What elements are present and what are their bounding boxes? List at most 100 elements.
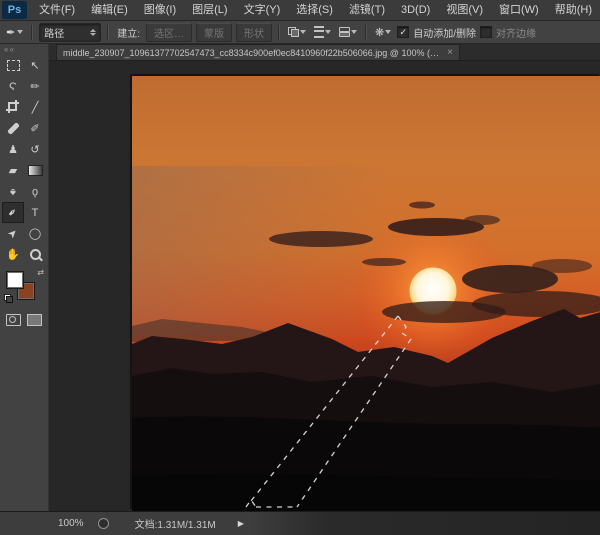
chevron-down-icon — [351, 30, 357, 34]
separator — [365, 25, 367, 40]
photoshop-window: Ps 文件(F) 编辑(E) 图像(I) 图层(L) 文字(Y) 选择(S) 滤… — [0, 0, 600, 535]
tool-options-bar: ✒ 路径 建立: 选区… 蒙版 形状 ❋ ✓ 自动添加/删除 对齐边缘 — [0, 21, 600, 44]
eyedropper-tool[interactable]: ╱ — [24, 97, 46, 118]
document-tab[interactable]: middle_230907_10961377702547473_cc8334c9… — [56, 44, 460, 60]
ellipse-tool[interactable]: ◯ — [24, 223, 46, 244]
pen-tool[interactable]: ✒ — [2, 202, 24, 223]
separator — [107, 25, 109, 40]
updown-arrows-icon — [90, 29, 96, 36]
blur-drop-icon: ♠ — [10, 186, 16, 198]
lasso-icon: Ϛ — [9, 81, 17, 93]
document-title: middle_230907_10961377702547473_cc8334c9… — [63, 46, 441, 59]
menu-layer[interactable]: 图层(L) — [184, 1, 235, 20]
spot-healing-brush-tool[interactable] — [2, 118, 24, 139]
color-swatches: ⇄ — [4, 269, 44, 303]
menu-image[interactable]: 图像(I) — [136, 1, 184, 20]
auto-add-delete-checkbox[interactable]: ✓ 自动添加/删除 — [397, 25, 476, 40]
swap-colors-icon[interactable]: ⇄ — [37, 269, 44, 277]
document-area: middle_230907_10961377702547473_cc8334c9… — [49, 44, 600, 511]
make-label: 建立: — [117, 25, 140, 40]
menu-window[interactable]: 窗口(W) — [491, 1, 547, 20]
eraser-icon: ▰ — [9, 164, 17, 177]
path-operations-icon — [288, 27, 299, 37]
brush-icon: ✐ — [30, 122, 39, 135]
status-bar: 100% 文档:1.31M/1.31M ▶ — [0, 511, 600, 535]
separator — [31, 25, 33, 40]
lasso-tool[interactable]: Ϛ — [2, 76, 24, 97]
path-alignment-icon — [314, 26, 324, 38]
hand-icon: ✋ — [6, 248, 20, 261]
move-tool[interactable]: ↖ — [24, 55, 46, 76]
align-edges-label: 对齐边缘 — [496, 25, 536, 40]
pen-options-gear-button[interactable]: ❋ — [373, 26, 393, 39]
zoom-tool[interactable] — [24, 244, 46, 265]
screen-mode-button[interactable] — [27, 314, 42, 326]
tools-panel-footer — [0, 309, 48, 331]
align-edges-checkbox[interactable]: 对齐边缘 — [480, 25, 536, 40]
menu-file[interactable]: 文件(F) — [31, 1, 83, 20]
dodge-tool[interactable]: ϙ — [24, 181, 46, 202]
eraser-tool[interactable]: ▰ — [2, 160, 24, 181]
healing-brush-icon — [7, 122, 20, 135]
checkbox-unchecked-icon — [480, 26, 492, 38]
menu-filter[interactable]: 滤镜(T) — [341, 1, 393, 20]
photo-canvas[interactable] — [132, 76, 600, 511]
menu-view[interactable]: 视图(V) — [438, 1, 491, 20]
type-tool[interactable]: T — [24, 202, 46, 223]
marquee-icon — [7, 60, 20, 71]
quick-mask-button[interactable] — [6, 314, 21, 326]
gradient-tool[interactable] — [24, 160, 46, 181]
menu-select[interactable]: 选择(S) — [288, 1, 341, 20]
zoom-level-field[interactable]: 100% — [58, 518, 84, 529]
brush-tool[interactable]: ✐ — [24, 118, 46, 139]
hand-tool[interactable]: ✋ — [2, 244, 24, 265]
move-icon: ↖ — [30, 59, 39, 72]
clone-stamp-tool[interactable]: ♟ — [2, 139, 24, 160]
make-mask-button[interactable]: 蒙版 — [196, 23, 232, 42]
path-arrangement-icon — [339, 27, 350, 37]
close-icon[interactable]: × — [447, 48, 453, 58]
chevron-down-icon — [17, 30, 23, 34]
ps-logo-icon: Ps — [2, 1, 27, 19]
separator — [278, 25, 280, 40]
quick-selection-icon: ✏ — [30, 80, 39, 93]
status-flyout-arrow[interactable]: ▶ — [238, 519, 244, 528]
tools-grid: ↖ Ϛ ✏ ╱ ✐ ♟ ↺ ▰ ♠ ϙ ✒ T ➤ ◯ ✋ — [0, 55, 48, 265]
path-selection-icon: ➤ — [5, 226, 21, 242]
path-alignment-button[interactable] — [312, 26, 333, 38]
blur-tool[interactable]: ♠ — [2, 181, 24, 202]
crop-tool[interactable] — [2, 97, 24, 118]
document-tab-bar: middle_230907_10961377702547473_cc8334c9… — [49, 44, 600, 61]
make-shape-button[interactable]: 形状 — [236, 23, 272, 42]
tools-panel-collapse-button[interactable]: «« — [0, 44, 48, 55]
menu-edit[interactable]: 编辑(E) — [83, 1, 136, 20]
rectangular-marquee-tool[interactable] — [2, 55, 24, 76]
type-icon: T — [32, 207, 39, 219]
make-selection-button[interactable]: 选区… — [146, 23, 192, 42]
gear-icon: ❋ — [375, 26, 384, 39]
path-arrangement-button[interactable] — [337, 27, 359, 37]
dodge-icon: ϙ — [32, 186, 38, 198]
menu-help[interactable]: 帮助(H) — [547, 1, 600, 20]
default-colors-icon[interactable] — [4, 294, 13, 303]
pen-nib-icon: ✒ — [6, 26, 15, 39]
foreground-color-swatch[interactable] — [6, 271, 24, 289]
chevron-down-icon — [325, 30, 331, 34]
tool-mode-dropdown[interactable]: 路径 — [39, 23, 101, 42]
chevron-down-icon — [385, 30, 391, 34]
auto-add-delete-label: 自动添加/删除 — [413, 25, 476, 40]
status-circle-icon — [98, 518, 109, 529]
gradient-icon — [28, 165, 43, 176]
document-size-info: 文档:1.31M/1.31M — [135, 516, 216, 531]
history-brush-icon: ↺ — [30, 143, 39, 156]
path-selection-tool[interactable]: ➤ — [2, 223, 24, 244]
ellipse-icon: ◯ — [29, 227, 41, 240]
eyedropper-icon: ╱ — [32, 101, 39, 114]
path-operations-button[interactable] — [286, 27, 308, 37]
tool-preset-picker[interactable]: ✒ — [4, 26, 25, 39]
menu-3d[interactable]: 3D(D) — [393, 1, 438, 20]
menu-type[interactable]: 文字(Y) — [236, 1, 289, 20]
crop-icon — [8, 102, 19, 113]
history-brush-tool[interactable]: ↺ — [24, 139, 46, 160]
quick-selection-tool[interactable]: ✏ — [24, 76, 46, 97]
